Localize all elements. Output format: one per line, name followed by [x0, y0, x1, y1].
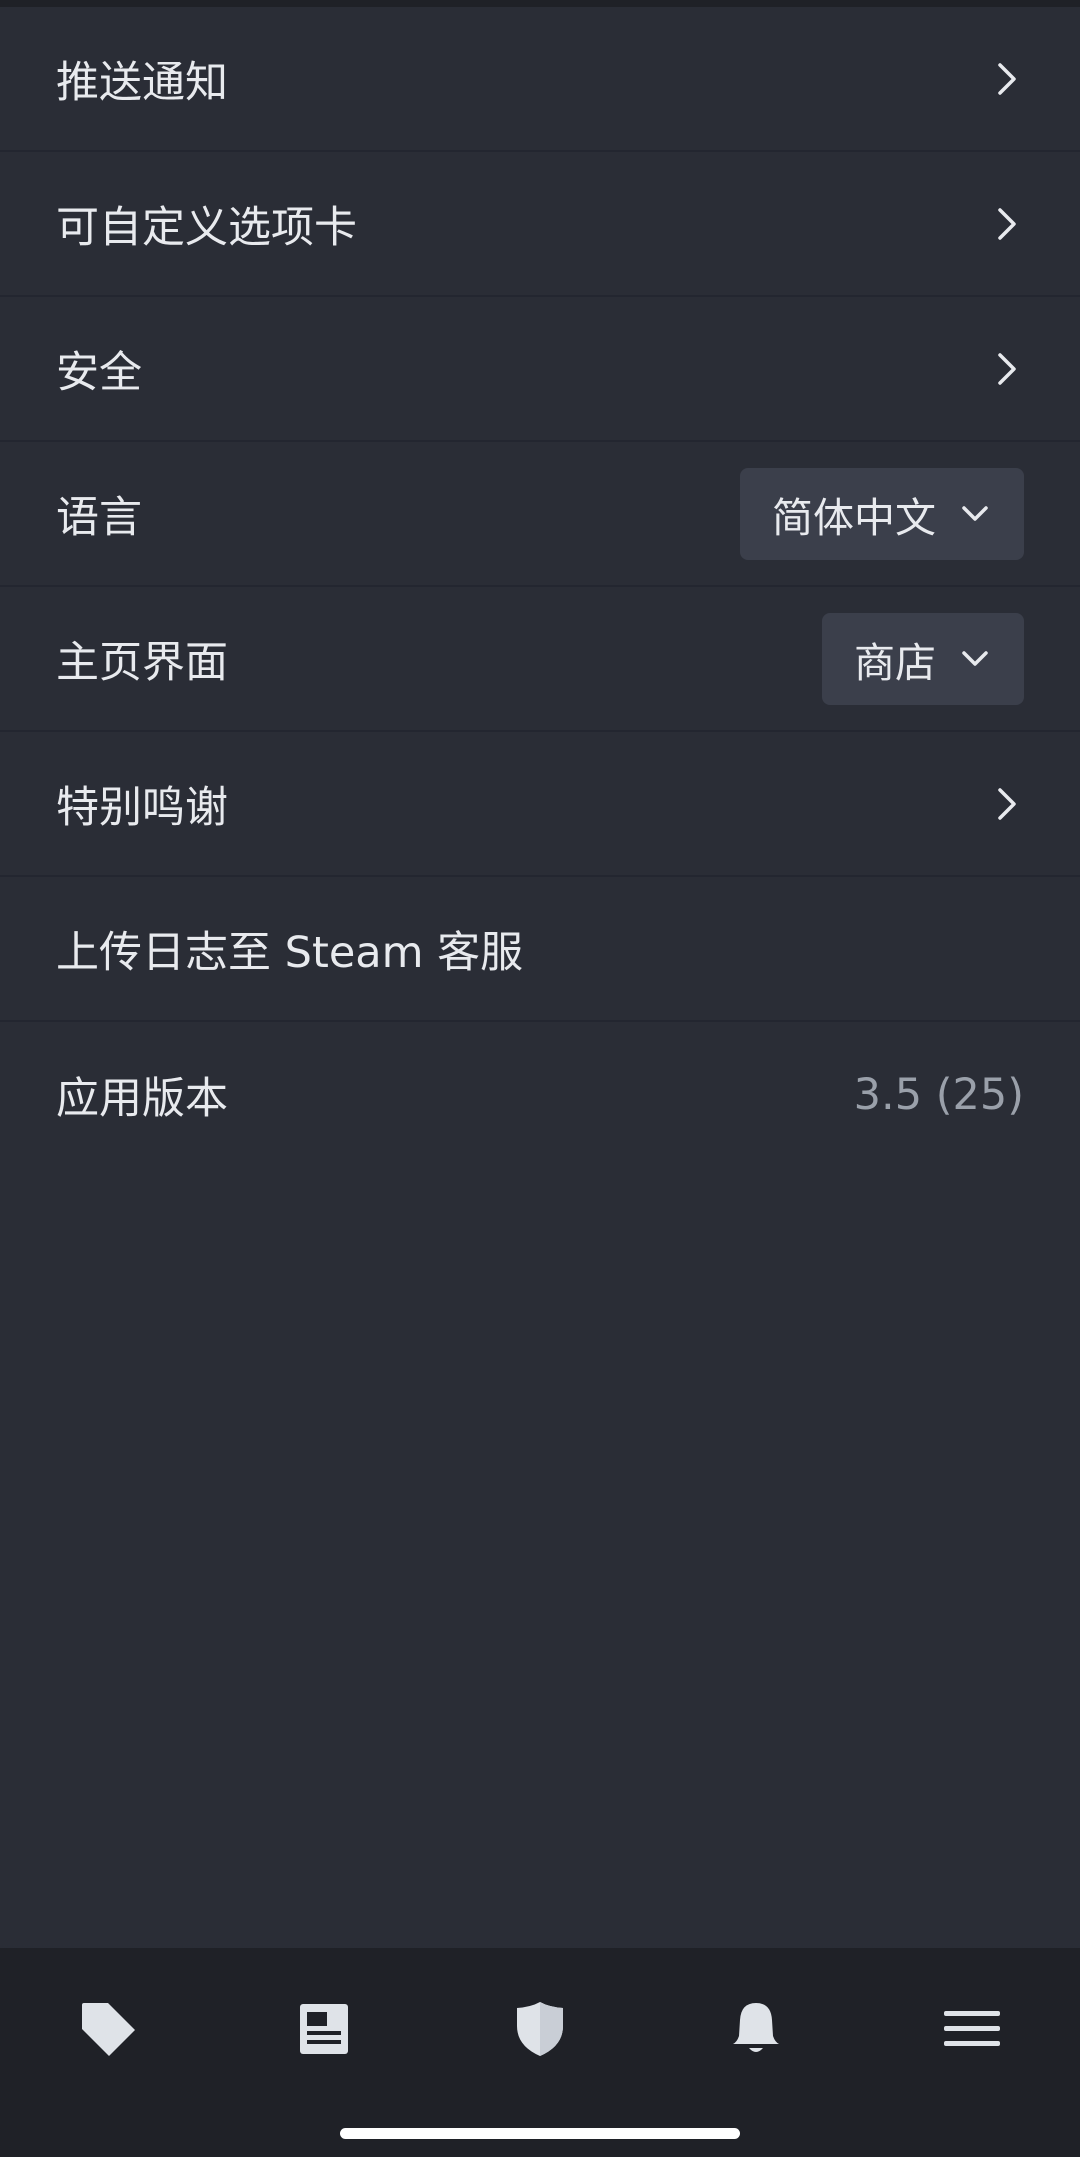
bottom-navigation	[0, 1948, 1080, 2157]
language-dropdown[interactable]: 简体中文	[740, 467, 1024, 560]
settings-item-push-notifications[interactable]: 推送通知	[0, 7, 1080, 152]
nav-store[interactable]	[0, 1948, 216, 2113]
settings-item-upload-logs[interactable]: 上传日志至 Steam 客服	[0, 877, 1080, 1022]
tag-icon	[78, 1999, 138, 2063]
nav-news[interactable]	[216, 1948, 432, 2113]
settings-item-label: 语言	[56, 492, 142, 543]
chevron-right-icon	[988, 349, 1028, 389]
settings-screen: 推送通知 可自定义选项卡 安全 语言 简体中文 主页界面 商店 特别鸣谢 上传日…	[0, 0, 1080, 2157]
chevron-down-icon	[958, 642, 992, 676]
nav-menu[interactable]	[864, 1948, 1080, 2113]
settings-item-label: 应用版本	[56, 1073, 228, 1124]
home-screen-dropdown-value: 商店	[854, 638, 936, 687]
app-version-value: 3.5 (25)	[853, 1069, 1024, 1120]
settings-list: 推送通知 可自定义选项卡 安全 语言 简体中文 主页界面 商店 特别鸣谢 上传日…	[0, 7, 1080, 1167]
home-screen-dropdown[interactable]: 商店	[822, 612, 1024, 705]
bell-icon	[731, 2000, 781, 2062]
settings-item-label: 特别鸣谢	[56, 782, 228, 833]
chevron-right-icon	[988, 59, 1028, 99]
settings-item-label: 上传日志至 Steam 客服	[56, 927, 524, 978]
shield-icon	[515, 2000, 565, 2062]
chevron-right-icon	[988, 784, 1028, 824]
nav-guard[interactable]	[432, 1948, 648, 2113]
settings-item-label: 主页界面	[56, 637, 228, 688]
top-divider	[0, 0, 1080, 7]
settings-item-label: 推送通知	[56, 57, 228, 108]
settings-item-language: 语言 简体中文	[0, 442, 1080, 587]
settings-item-app-version: 应用版本 3.5 (25)	[0, 1022, 1080, 1167]
settings-item-security[interactable]: 安全	[0, 297, 1080, 442]
home-indicator[interactable]	[340, 2128, 740, 2139]
menu-icon	[944, 2009, 1000, 2053]
settings-item-label: 可自定义选项卡	[56, 202, 357, 253]
chevron-down-icon	[958, 497, 992, 531]
settings-item-home-screen: 主页界面 商店	[0, 587, 1080, 732]
settings-item-custom-tabs[interactable]: 可自定义选项卡	[0, 152, 1080, 297]
nav-notifications[interactable]	[648, 1948, 864, 2113]
chevron-right-icon	[988, 204, 1028, 244]
news-icon	[299, 2003, 349, 2059]
language-dropdown-value: 简体中文	[772, 493, 936, 542]
settings-item-special-thanks[interactable]: 特别鸣谢	[0, 732, 1080, 877]
settings-item-label: 安全	[56, 347, 142, 398]
